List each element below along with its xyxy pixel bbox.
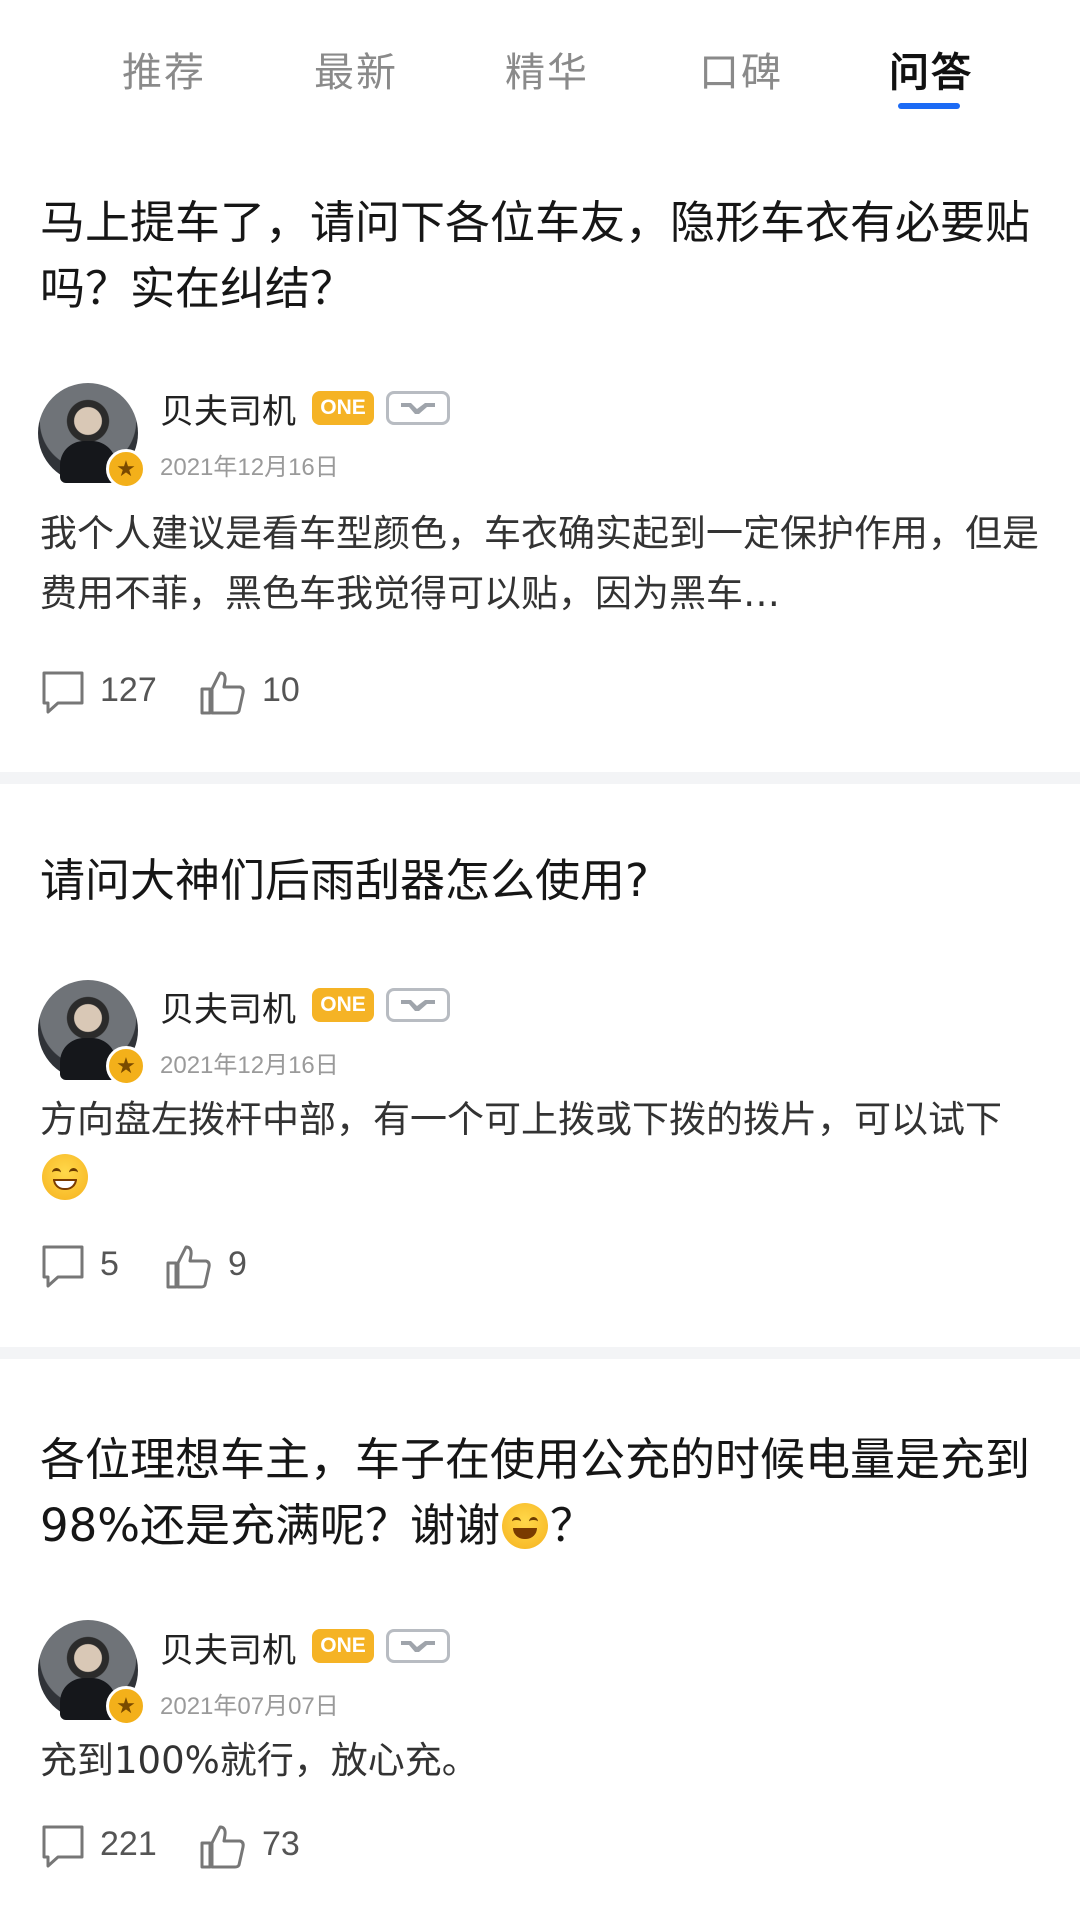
section-divider bbox=[0, 772, 1080, 784]
author-name[interactable]: 贝夫司机 bbox=[160, 982, 296, 1031]
tab-recommend[interactable]: 推荐 bbox=[122, 40, 206, 98]
tab-latest[interactable]: 最新 bbox=[314, 40, 398, 98]
tab-bar: 推荐 最新 精华 口碑 问答 bbox=[0, 0, 1080, 120]
active-tab-indicator bbox=[898, 103, 960, 109]
comment-count: 5 bbox=[100, 1245, 119, 1283]
comment-icon[interactable] bbox=[40, 669, 86, 715]
avatar[interactable]: ★ bbox=[38, 980, 146, 1086]
tab-qa[interactable]: 问答 bbox=[889, 40, 973, 98]
comment-icon[interactable] bbox=[40, 1823, 86, 1869]
car-owner-badge-icon bbox=[386, 1629, 450, 1663]
answer-text[interactable]: 我个人建议是看车型颜色，车衣确实起到一定保护作用，但是费用不菲，黑色车我觉得可以… bbox=[40, 504, 1040, 624]
grin-emoji-icon bbox=[42, 1154, 88, 1200]
avatar[interactable]: ★ bbox=[38, 383, 146, 489]
like-icon[interactable] bbox=[164, 1243, 212, 1291]
star-badge-icon: ★ bbox=[106, 449, 146, 489]
like-count: 9 bbox=[228, 1245, 247, 1283]
like-count: 10 bbox=[262, 671, 300, 709]
post-metrics: 127 10 bbox=[40, 667, 640, 717]
car-owner-badge-icon bbox=[386, 988, 450, 1022]
one-badge: ONE bbox=[312, 988, 374, 1022]
star-badge-icon: ★ bbox=[106, 1046, 146, 1086]
smile-emoji-icon bbox=[502, 1503, 549, 1549]
question-title[interactable]: 各位理想车主，车子在使用公充的时候电量是充到98%还是充满呢？谢谢？ bbox=[40, 1427, 1040, 1559]
question-title[interactable]: 马上提车了，请问下各位车友，隐形车衣有必要贴吗？实在纠结？ bbox=[40, 190, 1040, 322]
post-metrics: 221 73 bbox=[40, 1821, 640, 1871]
star-badge-icon: ★ bbox=[106, 1686, 146, 1726]
car-owner-badge-icon bbox=[386, 391, 450, 425]
like-count: 73 bbox=[262, 1825, 300, 1863]
author-name[interactable]: 贝夫司机 bbox=[160, 384, 296, 433]
like-icon[interactable] bbox=[198, 1823, 246, 1871]
one-badge: ONE bbox=[312, 391, 374, 425]
answer-text-content: 方向盘左拨杆中部，有一个可上拨或下拨的拨片，可以试下 bbox=[40, 1098, 1002, 1141]
answer-text[interactable]: 充到100%就行，放心充。 bbox=[40, 1731, 1040, 1791]
answer-text[interactable]: 方向盘左拨杆中部，有一个可上拨或下拨的拨片，可以试下 bbox=[40, 1090, 1040, 1210]
comment-count: 127 bbox=[100, 671, 157, 709]
post-date: 2021年07月07日 bbox=[160, 1693, 339, 1720]
tab-reviews[interactable]: 口碑 bbox=[699, 40, 783, 98]
author-name[interactable]: 贝夫司机 bbox=[160, 1623, 296, 1672]
section-divider bbox=[0, 1347, 1080, 1359]
tab-featured[interactable]: 精华 bbox=[505, 40, 589, 98]
like-icon[interactable] bbox=[198, 669, 246, 717]
post-metrics: 5 9 bbox=[40, 1241, 640, 1291]
comment-icon[interactable] bbox=[40, 1243, 86, 1289]
avatar[interactable]: ★ bbox=[38, 1620, 146, 1726]
post-date: 2021年12月16日 bbox=[160, 454, 339, 481]
comment-count: 221 bbox=[100, 1825, 157, 1863]
post-date: 2021年12月16日 bbox=[160, 1052, 339, 1079]
one-badge: ONE bbox=[312, 1629, 374, 1663]
question-title[interactable]: 请问大神们后雨刮器怎么使用? bbox=[40, 848, 1040, 914]
question-text-end: ？ bbox=[550, 1499, 596, 1552]
